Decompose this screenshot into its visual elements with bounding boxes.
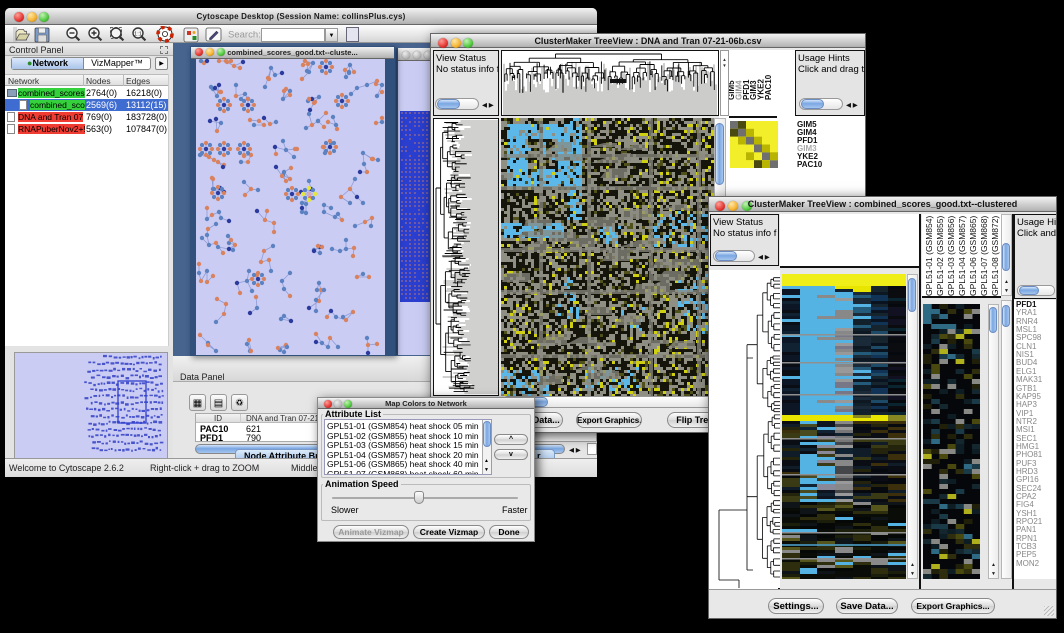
- svg-text:GPL51-03 (GSM856): GPL51-03 (GSM856): [946, 216, 956, 296]
- svg-text:PAC10: PAC10: [764, 74, 773, 100]
- svg-text:1:1: 1:1: [134, 31, 142, 37]
- svg-text:GPL51-02 (GSM855): GPL51-02 (GSM855): [935, 216, 945, 296]
- svg-text:Search:: Search:: [228, 30, 261, 41]
- svg-text:GPL51-01 (GSM854): GPL51-01 (GSM854): [924, 216, 934, 296]
- svg-text:GPL51-06 (GSM865): GPL51-06 (GSM865): [968, 216, 978, 296]
- svg-text:GPL51-08 (GSM872): GPL51-08 (GSM872): [990, 216, 1000, 296]
- svg-text:GPL51-07 (GSM868): GPL51-07 (GSM868): [979, 216, 989, 296]
- svg-text:GPL51-04 (GSM857): GPL51-04 (GSM857): [957, 216, 967, 296]
